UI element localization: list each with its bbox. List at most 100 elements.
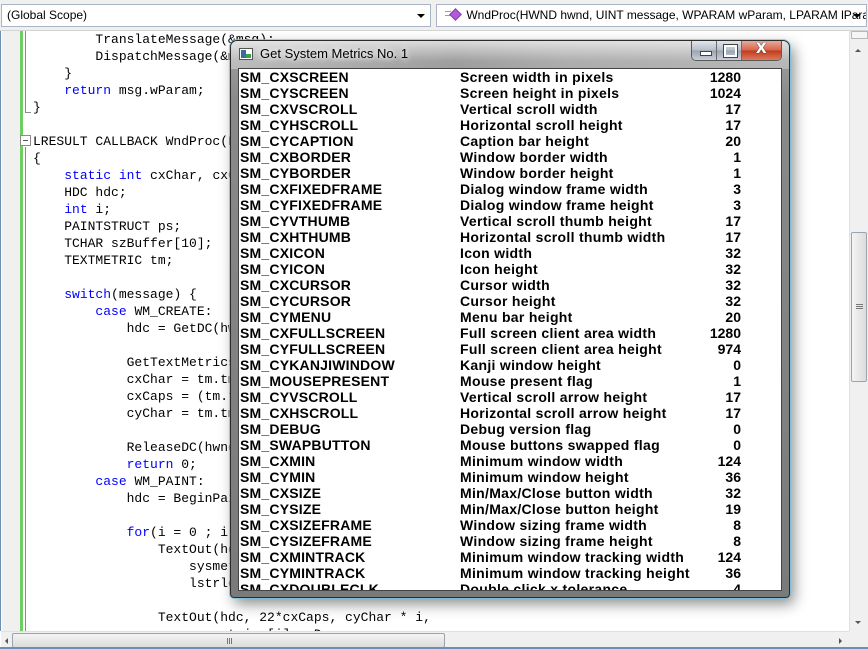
vertical-scrollbar[interactable] — [849, 31, 868, 631]
code-token: TextOut(hdc, 22*cxCaps, cyChar * i, — [33, 610, 431, 625]
metric-row: SM_CYCURSOR Cursor height 32 — [239, 293, 781, 309]
splitter-handle[interactable] — [851, 31, 868, 39]
metric-description: Mouse present flag — [460, 373, 593, 389]
metric-value: 0 — [733, 421, 741, 437]
metric-name: SM_CXSIZEFRAME — [240, 517, 372, 533]
metric-name: SM_CYCURSOR — [240, 293, 352, 309]
metric-row: SM_CYSIZE Min/Max/Close button height 19 — [239, 501, 781, 517]
metric-description: Horizontal scroll thumb width — [460, 229, 666, 245]
metric-description: Vertical scroll thumb height — [460, 213, 652, 229]
close-button[interactable]: X — [741, 41, 781, 60]
metric-row: SM_CXSIZE Min/Max/Close button width 32 — [239, 485, 781, 501]
metric-description: Window border width — [460, 149, 608, 165]
metric-row: SM_CXICON Icon width 32 — [239, 245, 781, 261]
metric-row: SM_DEBUG Debug version flag 0 — [239, 421, 781, 437]
metric-description: Full screen client area height — [460, 341, 662, 357]
horizontal-scroll-thumb[interactable] — [12, 633, 445, 648]
metric-description: Cursor height — [460, 293, 556, 309]
metric-row: SM_CXFULLSCREEN Full screen client area w… — [239, 325, 781, 341]
metric-value: 17 — [725, 117, 741, 133]
sysmets-window[interactable]: Get System Metrics No. 1 X SM_CXSCREEN Sc… — [230, 40, 790, 598]
metric-name: SM_CYMENU — [240, 309, 332, 325]
metric-value: 20 — [725, 133, 741, 149]
metric-description: Window sizing frame width — [460, 517, 648, 533]
metric-row: SM_CXFIXEDFRAME Dialog window frame width… — [239, 181, 781, 197]
metric-value: 8 — [733, 533, 741, 549]
metric-description: Cursor width — [460, 277, 550, 293]
metric-description: Min/Max/Close button width — [460, 485, 653, 501]
metric-value: 17 — [725, 213, 741, 229]
metric-row: SM_CYSIZEFRAME Window sizing frame height… — [239, 533, 781, 549]
scroll-up-arrow-icon[interactable] — [855, 49, 861, 52]
code-token: 0; — [173, 457, 197, 472]
grip-icon — [856, 306, 863, 307]
metric-value: 1024 — [709, 85, 741, 101]
window-title: Get System Metrics No. 1 — [260, 46, 409, 61]
code-keyword: int — [64, 202, 88, 217]
metric-value: 3 — [733, 197, 741, 213]
metric-value: 36 — [725, 565, 741, 581]
metric-description: Horizontal scroll arrow height — [460, 405, 667, 421]
scope-dropdown[interactable]: (Global Scope) — [1, 4, 431, 27]
metric-description: Menu bar height — [460, 309, 573, 325]
code-token: } — [33, 66, 73, 81]
metric-description: Mouse buttons swapped flag — [460, 437, 660, 453]
method-icon — [449, 8, 462, 21]
metric-row: SM_CYMENU Menu bar height 20 — [239, 309, 781, 325]
scroll-left-arrow-icon[interactable] — [5, 638, 8, 644]
app-icon[interactable] — [239, 48, 253, 60]
metric-description: Minimum window height — [460, 469, 629, 485]
metric-row: SM_CYFULLSCREEN Full screen client area h… — [239, 341, 781, 357]
code-keyword: for — [126, 525, 151, 540]
metric-description: Debug version flag — [460, 421, 592, 437]
caption-buttons: X — [691, 41, 782, 61]
metric-name: SM_CXSIZE — [240, 485, 322, 501]
code-token: TCHAR szBuffer[10]; — [33, 236, 213, 251]
metric-name: SM_CXDOUBLECLK — [240, 581, 379, 591]
metric-name: SM_CYVSCROLL — [240, 389, 358, 405]
code-token: PAINTSTRUCT ps; — [33, 219, 182, 234]
scroll-down-arrow-icon[interactable] — [855, 621, 861, 624]
metric-name: SM_CXBORDER — [240, 149, 352, 165]
metric-description: Full screen client area width — [460, 325, 657, 341]
metric-description: Screen height in pixels — [460, 85, 620, 101]
metric-description: Minimum window tracking width — [460, 549, 685, 565]
code-keyword: case — [95, 474, 127, 489]
chevron-down-icon — [853, 14, 861, 18]
metric-name: SM_MOUSEPRESENT — [240, 373, 390, 389]
metric-description: Dialog window frame width — [460, 181, 648, 197]
close-icon: X — [755, 41, 767, 57]
metric-description: Minimum window tracking height — [460, 565, 690, 581]
metric-name: SM_CYICON — [240, 261, 326, 277]
collapse-icon[interactable] — [20, 135, 31, 146]
metric-description: Screen width in pixels — [460, 69, 614, 85]
metric-name: SM_CYBORDER — [240, 165, 352, 181]
metric-name: SM_CYMINTRACK — [240, 565, 366, 581]
outline-line — [25, 147, 26, 631]
metric-value: 20 — [725, 309, 741, 325]
metric-value: 17 — [725, 229, 741, 245]
metric-name: SM_CYSIZEFRAME — [240, 533, 372, 549]
metric-value: 1 — [733, 149, 741, 165]
maximize-button[interactable] — [717, 41, 742, 60]
metric-description: Horizontal scroll height — [460, 117, 623, 133]
metric-row: SM_CYCAPTION Caption bar height 20 — [239, 133, 781, 149]
metric-description: Window sizing frame height — [460, 533, 653, 549]
metric-name: SM_CXHTHUMB — [240, 229, 352, 245]
metric-value: 32 — [725, 261, 741, 277]
metric-row: SM_CXMINTRACK Minimum window tracking wid… — [239, 549, 781, 565]
scroll-right-arrow-icon[interactable] — [839, 638, 842, 644]
metric-name: SM_CXFULLSCREEN — [240, 325, 386, 341]
metric-name: SM_CYSIZE — [240, 501, 322, 517]
metric-description: Min/Max/Close button height — [460, 501, 659, 517]
member-dropdown[interactable]: WndProc(HWND hwnd, UINT message, WPARAM … — [436, 4, 867, 27]
metric-description: Minimum window width — [460, 453, 624, 469]
vertical-scroll-thumb[interactable] — [851, 232, 867, 382]
metric-row: SM_CXSCREEN Screen width in pixels 1280 — [239, 69, 781, 85]
metric-name: SM_CXICON — [240, 245, 326, 261]
metric-row: SM_CXHTHUMB Horizontal scroll thumb width… — [239, 229, 781, 245]
minimize-button[interactable] — [692, 41, 718, 60]
